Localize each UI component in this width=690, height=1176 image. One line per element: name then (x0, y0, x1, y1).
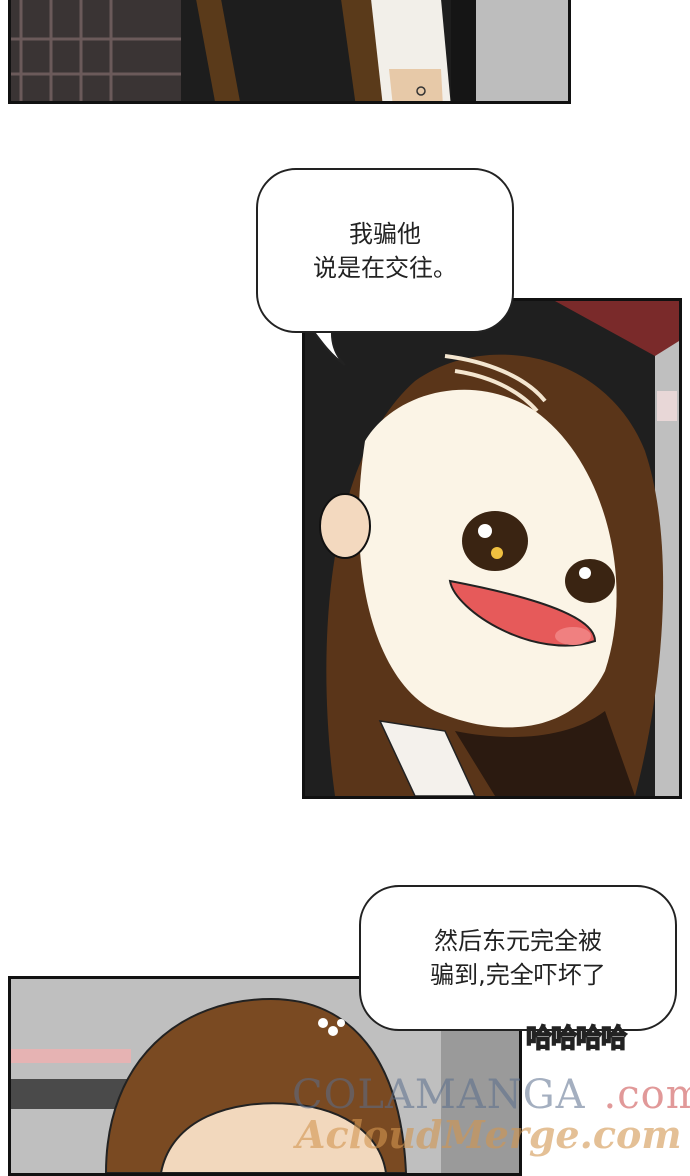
watermark-acloudmerge: AcloudMerge.com (296, 1112, 682, 1157)
speech-line: 我骗他 (349, 219, 421, 248)
speech-line: 骗到,完全吓坏了 (430, 961, 606, 989)
girl-illustration (305, 301, 679, 796)
panel-top-art (11, 0, 568, 101)
speech-line: 然后东元完全被 (434, 927, 602, 955)
speech-bubble-2: 然后东元完全被 骗到,完全吓坏了 (359, 885, 677, 1031)
comic-panel-girl (302, 298, 682, 799)
speech-line: 说是在交往。 (313, 253, 457, 282)
laugh-sound-effect: 哈哈哈哈 (525, 1023, 628, 1055)
speech-bubble-1: 我骗他 说是在交往。 (256, 168, 514, 333)
comic-panel-top (8, 0, 571, 104)
